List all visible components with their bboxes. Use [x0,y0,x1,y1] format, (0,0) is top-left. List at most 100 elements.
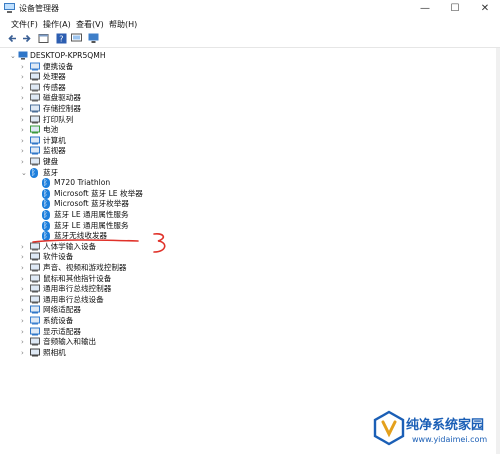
tree-device-label: 蓝牙 LE 通用属性服务 [54,220,129,230]
tree-category-label: 电池 [43,125,59,135]
tree-category-label: 处理器 [43,72,66,82]
camera-icon [30,348,40,357]
tree-category-label: 蓝牙 [43,167,59,177]
tree-category-label: 存储控制器 [43,104,81,113]
tree-category-label: 便携设备 [43,61,74,71]
tree-category-label: 鼠标和其他指针设备 [43,273,112,283]
portable-device-icon [30,62,40,71]
tree-category-label: 通用串行总线设备 [43,294,104,304]
collapse-arrow-icon[interactable]: › [21,104,24,114]
device-manager-window: 设备管理器 — ☐ ✕ 文件(F) 操作(A) 查看(V) 帮助(H) ? ⌄ D… [0,0,500,454]
collapse-arrow-icon[interactable]: › [21,136,24,146]
collapse-arrow-icon[interactable]: › [21,252,24,262]
collapse-arrow-icon[interactable]: › [21,263,24,273]
device-manager-icon [4,3,15,13]
collapse-arrow-icon[interactable]: › [21,316,24,326]
bluetooth-device-icon [42,209,50,220]
tree-category-label: 网络适配器 [43,305,81,315]
collapse-arrow-icon[interactable]: › [21,305,24,315]
tree-category-label: 照相机 [43,347,66,357]
monitor-update-icon[interactable] [88,33,99,44]
expand-arrow-icon[interactable]: ⌄ [21,168,27,178]
tree-category-label: 显示适配器 [43,326,81,336]
tree-category-label: 打印队列 [43,114,74,124]
scan-hardware-icon[interactable] [71,33,82,44]
processor-icon [30,72,40,81]
storage-controller-icon [30,104,40,113]
maximize-button[interactable]: ☐ [440,0,470,17]
watermark-title: 纯净系统家园 [406,418,485,433]
collapse-arrow-icon[interactable]: › [21,93,24,103]
keyboard-icon [30,157,40,166]
vertical-scrollbar[interactable] [496,48,500,454]
disk-drive-icon [30,93,40,102]
collapse-arrow-icon[interactable]: › [21,348,24,358]
menu-view[interactable]: 查看(V) [76,19,104,30]
tree-category-label: 声音、视频和游戏控制器 [43,263,127,272]
collapse-arrow-icon[interactable]: › [21,125,24,135]
window-title: 设备管理器 [19,4,59,13]
menu-help[interactable]: 帮助(H) [109,19,137,30]
collapse-arrow-icon[interactable]: › [21,83,24,93]
network-adapter-icon [30,305,40,314]
mouse-icon [30,274,40,283]
properties-icon[interactable] [38,33,49,44]
tree-device-label: M720 Triathlon [54,178,111,188]
monitor-icon [30,146,40,155]
toolbar: ? [0,31,500,48]
usb-device-icon [30,295,40,304]
menu-action[interactable]: 操作(A) [43,19,71,30]
usb-icon [30,284,40,293]
tree-category-label: 音频输入和输出 [43,337,97,347]
collapse-arrow-icon[interactable]: › [21,337,24,347]
collapse-arrow-icon[interactable]: › [21,157,24,167]
collapse-arrow-icon[interactable]: › [21,242,24,252]
back-arrow-icon[interactable] [7,33,18,44]
help-icon[interactable]: ? [56,33,67,44]
menu-bar: 文件(F) 操作(A) 查看(V) 帮助(H) [0,17,500,31]
title-bar: 设备管理器 — ☐ ✕ [0,0,500,17]
watermark-url: www.yidaimei.com [412,435,488,444]
collapse-arrow-icon[interactable]: › [21,62,24,72]
collapse-arrow-icon[interactable]: › [21,146,24,156]
tree-device-label: 蓝牙 LE 通用属性服务 [54,210,129,219]
sound-icon [30,263,40,272]
collapse-arrow-icon[interactable]: › [21,284,24,294]
collapse-arrow-icon[interactable]: › [21,327,24,337]
bluetooth-device-icon [42,220,50,231]
bluetooth-device-icon [42,177,50,189]
collapse-arrow-icon[interactable]: › [21,72,24,82]
tree-device-label: Microsoft 蓝牙枚举器 [54,199,129,209]
sensor-icon [30,83,40,92]
close-button[interactable]: ✕ [470,0,500,17]
collapse-arrow-icon[interactable]: › [21,115,24,125]
menu-file[interactable]: 文件(F) [11,19,38,30]
tree-category-label: 监视器 [43,146,66,156]
computer-root-icon [18,51,28,60]
tree-category-label: 通用串行总线控制器 [43,284,112,294]
collapse-arrow-icon[interactable]: › [21,295,24,305]
display-adapter-icon [30,327,40,336]
printer-icon [30,115,40,124]
minimize-button[interactable]: — [410,0,440,17]
watermark-logo [373,410,405,446]
tree-category-label: 磁盘驱动器 [43,93,81,103]
watermark: 纯净系统家园 www.yidaimei.com [372,410,496,450]
tree-category-label: 计算机 [43,135,66,145]
tree-category-label: 传感器 [43,82,66,92]
tree-category-label: 键盘 [43,157,59,166]
collapse-arrow-icon[interactable]: › [21,274,24,284]
audio-io-icon [30,337,40,346]
system-device-icon [30,316,40,325]
computer-icon [30,136,40,145]
tree-category-label: 系统设备 [43,316,74,325]
bluetooth-device-icon [42,188,50,199]
forward-arrow-icon[interactable] [21,33,32,44]
bluetooth-icon [30,167,38,178]
tree-root-label: DESKTOP-KPR5QMH [30,51,106,60]
svg-text:?: ? [59,35,63,44]
bluetooth-device-icon [42,198,50,210]
expand-arrow-icon[interactable]: ⌄ [10,51,16,61]
battery-icon [30,125,40,134]
handwritten-annotation [32,233,166,253]
